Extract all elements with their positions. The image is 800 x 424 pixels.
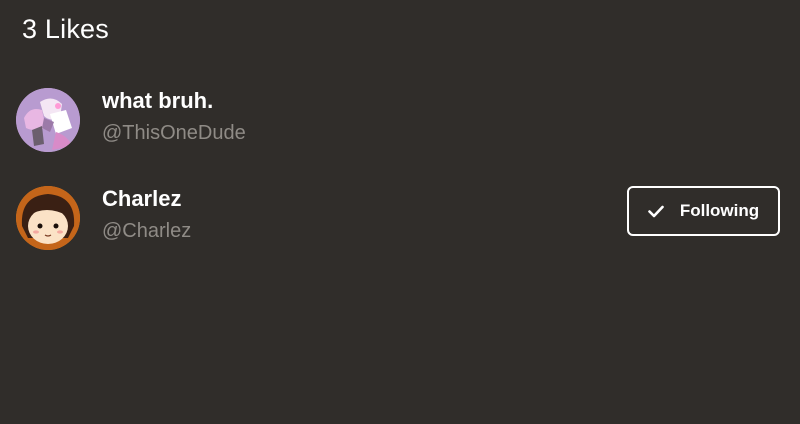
- user-list-item[interactable]: what bruh. @ThisOneDude: [0, 80, 800, 160]
- following-button-label: Following: [679, 201, 760, 220]
- user-handle: @Charlez: [102, 220, 192, 242]
- user-list-item[interactable]: Charlez @Charlez Following: [0, 178, 800, 258]
- avatar[interactable]: [16, 88, 80, 152]
- avatar[interactable]: [16, 186, 80, 250]
- page-title: 3 Likes: [22, 14, 109, 44]
- user-display-name[interactable]: what bruh.: [102, 88, 213, 114]
- check-icon: [648, 205, 664, 218]
- user-handle: @ThisOneDude: [102, 122, 246, 144]
- user-display-name[interactable]: Charlez: [102, 186, 181, 212]
- likes-page: 3 Likes what bruh. @ThisOneDude Charlez …: [0, 0, 800, 424]
- following-button[interactable]: Following: [627, 186, 780, 236]
